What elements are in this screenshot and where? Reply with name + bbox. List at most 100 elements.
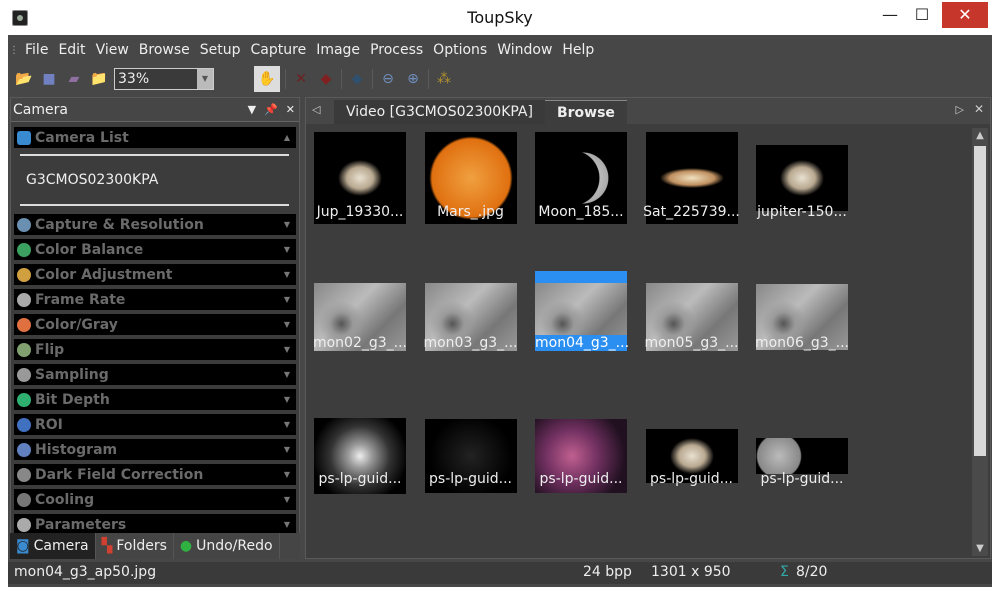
section-cooling[interactable]: Cooling ▼	[14, 489, 296, 510]
open-icon[interactable]: 📁	[89, 69, 109, 89]
section-label: Frame Rate	[35, 291, 126, 308]
menu-options[interactable]: Options	[428, 42, 492, 58]
status-bpp: 24 bpp	[583, 564, 632, 580]
thumbnail-image[interactable]	[756, 145, 848, 211]
close-button[interactable]: ✕	[942, 2, 988, 28]
save-icon[interactable]: ■	[39, 69, 59, 89]
section-histogram[interactable]: Histogram ▼	[14, 439, 296, 460]
section-capture-resolution[interactable]: Capture & Resolution ▼	[14, 214, 296, 235]
menu-file[interactable]: File	[20, 42, 53, 58]
grip-icon: ⋮	[9, 44, 19, 56]
tab-browse[interactable]: Browse	[544, 100, 627, 124]
section-color-balance[interactable]: Color Balance ▼	[14, 239, 296, 260]
menu-browse[interactable]: Browse	[134, 42, 195, 58]
section-bit-depth[interactable]: Bit Depth ▼	[14, 389, 296, 410]
section-dark-field-correction[interactable]: Dark Field Correction ▼	[14, 464, 296, 485]
menu-window[interactable]: Window	[492, 42, 557, 58]
dropdown-icon[interactable]: ▼	[248, 103, 256, 116]
section-label: Color/Gray	[35, 316, 118, 333]
section-icon	[17, 492, 31, 507]
section-icon	[17, 517, 31, 532]
chevron-down-icon: ▼	[283, 270, 290, 279]
thumbnail-label: ps-lp-guid...	[650, 471, 733, 487]
chevron-down-icon: ▼	[283, 370, 290, 379]
menu-setup[interactable]: Setup	[195, 42, 246, 58]
thumbnail-image[interactable]	[756, 438, 848, 474]
section-label: Sampling	[35, 366, 109, 383]
section-color-gray[interactable]: Color/Gray ▼	[14, 314, 296, 335]
save-as-icon[interactable]: ▰	[64, 69, 84, 89]
section-label: Parameters	[35, 516, 127, 533]
open-folder-icon[interactable]: 📂	[14, 69, 34, 89]
menu-view[interactable]: View	[91, 42, 134, 58]
thumbnail-label: ps-lp-guid...	[318, 471, 402, 487]
minimize-button[interactable]: —	[872, 2, 908, 28]
separator	[285, 69, 286, 89]
section-camera-list[interactable]: Camera List ▲	[14, 127, 296, 148]
menu-process[interactable]: Process	[365, 42, 428, 58]
camera-list-item[interactable]: G3CMOS02300KPA	[20, 154, 289, 206]
section-frame-rate[interactable]: Frame Rate ▼	[14, 289, 296, 310]
toolbar: 📂 ■ ▰ 📁 33% ▼ ✋ ✕ ◆ ◆ ⊖ ⊕ ⁂	[8, 64, 992, 94]
thumbnail-label: mon05_g3_...	[644, 335, 739, 351]
thumbnail-label: Mars_.jpg	[437, 204, 504, 220]
selection-highlight	[535, 271, 627, 283]
close-tab-icon[interactable]: ✕	[974, 102, 984, 116]
section-parameters[interactable]: Parameters ▼	[14, 514, 296, 535]
status-filename: mon04_g3_ap50.jpg	[14, 564, 157, 580]
scroll-tabs-left-icon[interactable]: ◁	[312, 103, 320, 116]
menu-image[interactable]: Image	[311, 42, 365, 58]
section-icon	[17, 292, 31, 307]
menu-capture[interactable]: Capture	[246, 42, 312, 58]
section-flip[interactable]: Flip ▼	[14, 339, 296, 360]
scroll-down-icon[interactable]: ▼	[972, 543, 988, 554]
section-sampling[interactable]: Sampling ▼	[14, 364, 296, 385]
scrollbar-thumb[interactable]	[974, 146, 986, 456]
close-panel-icon[interactable]: ✕	[286, 103, 295, 116]
tab-label: Camera	[33, 538, 89, 554]
vertical-scrollbar[interactable]: ▲ ▼	[972, 128, 988, 556]
chevron-down-icon[interactable]: ▼	[197, 69, 213, 89]
chevron-down-icon: ▼	[283, 320, 290, 329]
menu-help[interactable]: Help	[557, 42, 599, 58]
browse-pane: ◁ Video [G3CMOS02300KPA] Browse ▷ ✕ Jup_…	[305, 97, 991, 559]
stack-icon[interactable]: ⁂	[434, 69, 454, 89]
back-icon[interactable]: ⊖	[378, 69, 398, 89]
pin-icon[interactable]: 📌	[264, 103, 278, 116]
section-label: Histogram	[35, 441, 118, 458]
thumbnail-label: ps-lp-guid...	[760, 471, 844, 487]
section-icon	[17, 417, 31, 432]
section-icon	[17, 267, 31, 282]
thumbnail-label: mon02_g3_...	[312, 335, 408, 351]
section-color-adjustment[interactable]: Color Adjustment ▼	[14, 264, 296, 285]
stop-icon[interactable]: ◆	[316, 69, 336, 89]
scroll-tabs-right-icon[interactable]: ▷	[956, 103, 964, 116]
separator	[341, 69, 342, 89]
tab-folders[interactable]: ▚ Folders	[96, 533, 174, 559]
chevron-down-icon: ▼	[283, 220, 290, 229]
move-icon[interactable]: ◆	[347, 69, 367, 89]
camera-panel-header: Camera ▼ 📌 ✕	[11, 98, 299, 122]
section-label: Flip	[35, 341, 65, 358]
thumbnail-label: mon04_g3_...	[535, 335, 630, 351]
hand-tool-icon[interactable]: ✋	[254, 66, 280, 92]
tab-video[interactable]: Video [G3CMOS02300KPA]	[334, 100, 545, 124]
section-label: Camera List	[35, 129, 129, 146]
section-icon	[17, 467, 31, 482]
camera-icon: ◙	[16, 538, 30, 554]
maximize-button[interactable]: ☐	[904, 2, 940, 28]
thumbnail-label: Moon_185...	[538, 204, 624, 220]
delete-icon[interactable]: ✕	[291, 69, 311, 89]
window-title: ToupSky	[467, 8, 533, 27]
zoom-select[interactable]: 33% ▼	[114, 68, 214, 90]
menu-edit[interactable]: Edit	[53, 42, 90, 58]
camera-panel: Camera ▼ 📌 ✕ Camera List ▲ G3CMOS02300KPA C…	[10, 97, 300, 559]
tab-camera[interactable]: ◙ Camera	[10, 533, 96, 559]
tab-label: Folders	[116, 538, 167, 554]
thumbnail-label: Jup_19330...	[316, 204, 404, 220]
tab-undo-redo[interactable]: ● Undo/Redo	[174, 533, 280, 559]
section-roi[interactable]: ROI ▼	[14, 414, 296, 435]
chevron-down-icon: ▼	[283, 495, 290, 504]
forward-icon[interactable]: ⊕	[403, 69, 423, 89]
scroll-up-icon[interactable]: ▲	[972, 130, 988, 141]
